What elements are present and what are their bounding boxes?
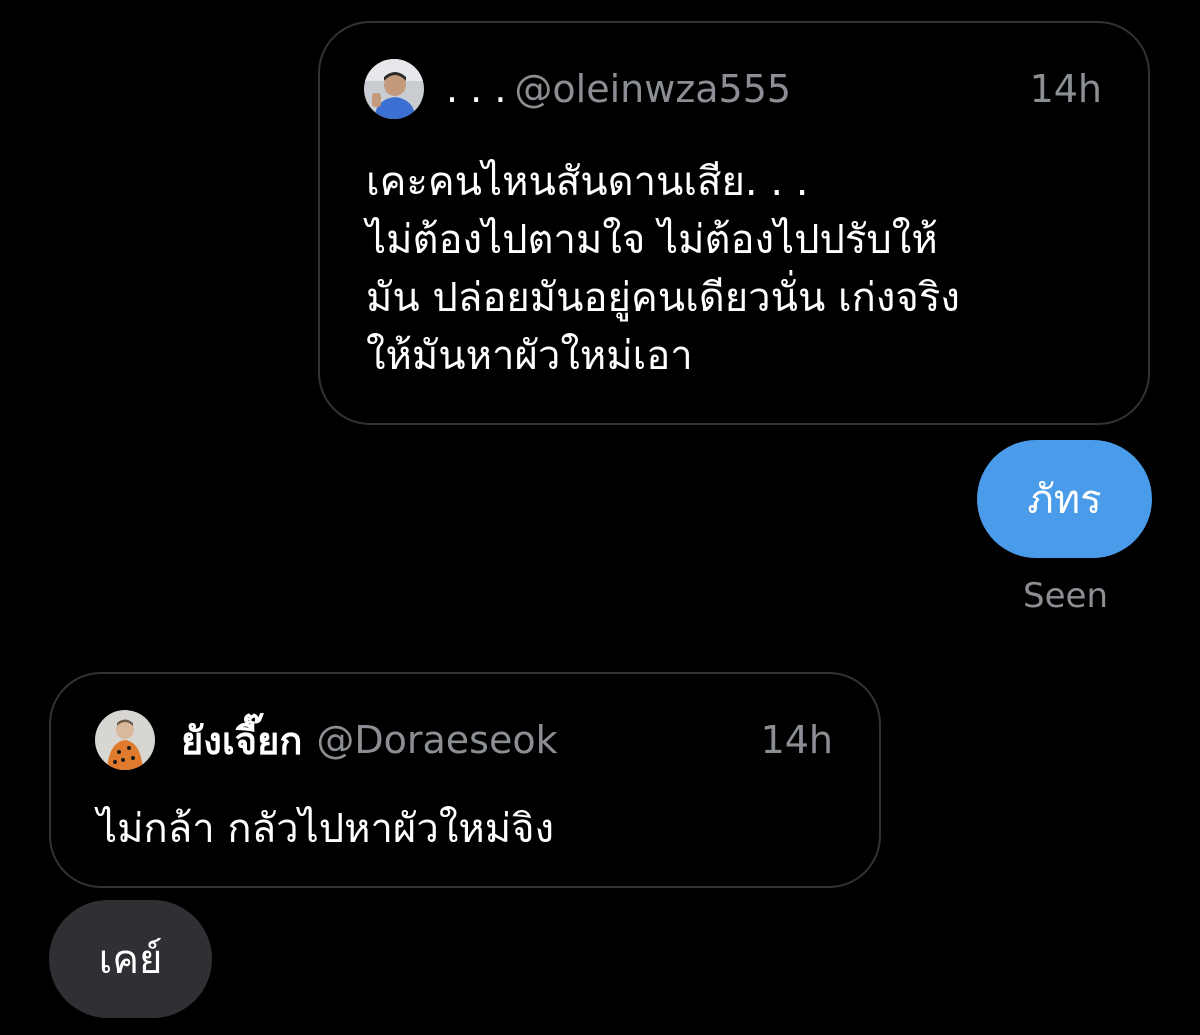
author-handle: @oleinwza555 [514, 67, 792, 111]
quoted-post-text: เคะคนไหนสันดานเสีย. . . ไม่ต้องไปตามใจ ไ… [366, 159, 960, 379]
sent-message-text: ภัทร [1027, 477, 1102, 523]
author-name: ยังเจี๊ยก [181, 718, 303, 763]
quoted-post-card[interactable]: . . . @oleinwza555 14h เคะคนไหนสันดานเสี… [318, 21, 1150, 425]
quoted-post-text: ไม่กล้า กลัวไปหาผัวใหม่จิง [97, 806, 555, 852]
author-name: . . . [446, 67, 507, 111]
read-receipt: Seen [1023, 576, 1108, 616]
author-handle: @Doraeseok [316, 718, 558, 762]
user-avatar-photo-icon [364, 59, 424, 119]
post-timestamp: 14h [1029, 67, 1102, 111]
received-message-text: เคย์ [98, 937, 163, 983]
user-avatar-photo-icon [95, 710, 155, 770]
post-timestamp: 14h [760, 718, 833, 762]
quoted-post-header: . . . @oleinwza555 14h [364, 57, 1102, 121]
quoted-post-card[interactable]: ยังเจี๊ยก @Doraeseok 14h ไม่กล้า กลัวไปห… [49, 672, 881, 888]
received-message-bubble[interactable]: เคย์ [49, 900, 212, 1018]
quoted-post-header: ยังเจี๊ยก @Doraeseok 14h [95, 708, 833, 772]
author-avatar[interactable] [364, 59, 424, 119]
sent-message-bubble[interactable]: ภัทร [977, 440, 1152, 558]
author-avatar[interactable] [95, 710, 155, 770]
